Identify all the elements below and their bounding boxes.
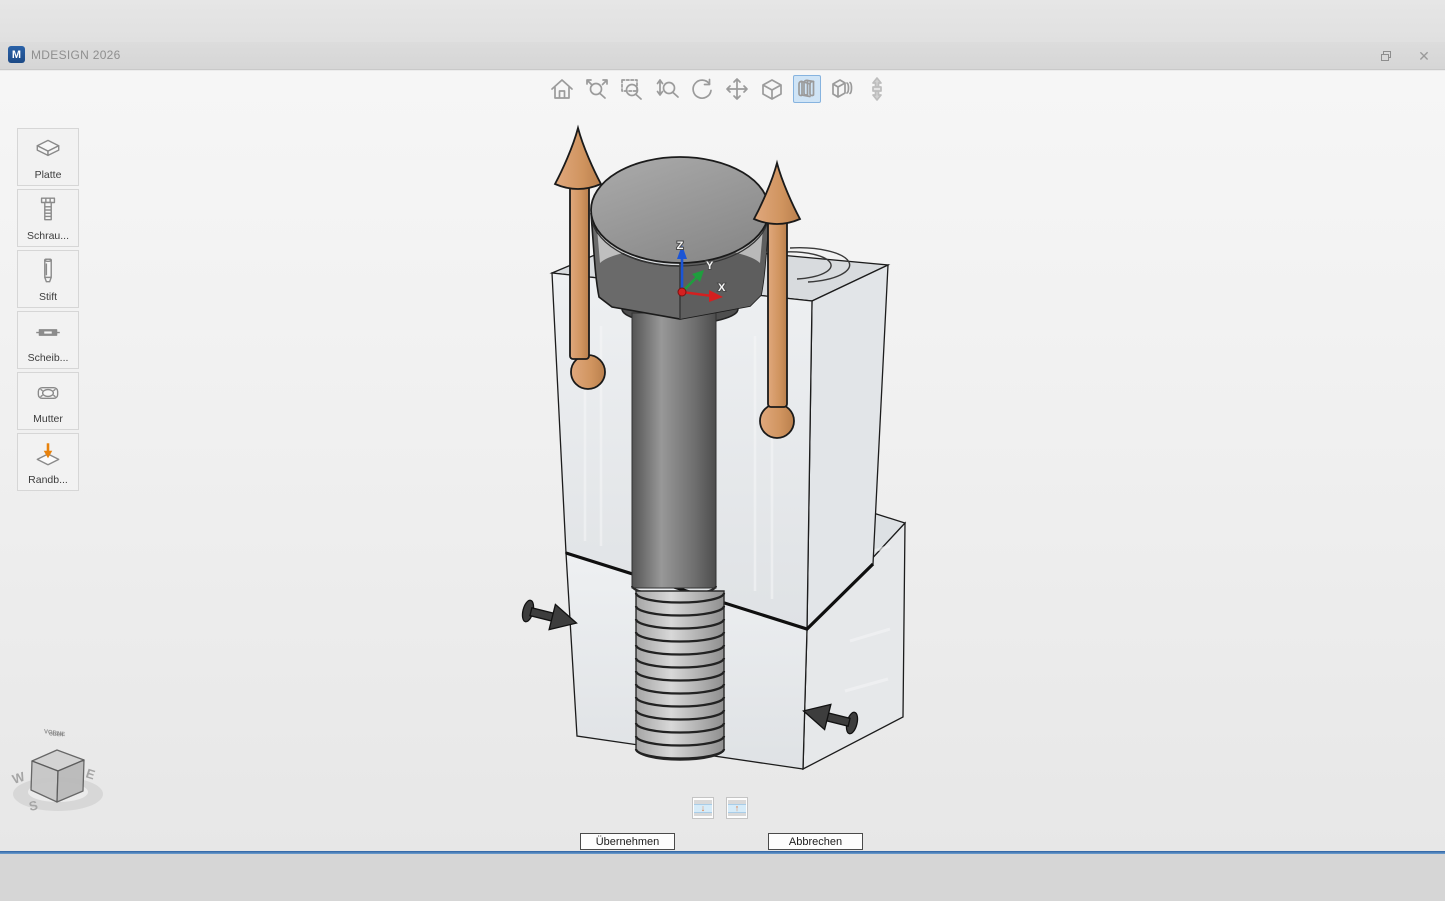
isometric-view-icon: [759, 76, 785, 102]
zoom-dynamic-icon: [654, 76, 680, 102]
navigation-cube[interactable]: W S E VORNE OBEN: [10, 729, 103, 814]
sidebar-item-label: Stift: [39, 291, 57, 303]
rotate-view-button[interactable]: [688, 75, 716, 103]
home-button[interactable]: [548, 75, 576, 103]
cancel-button[interactable]: Abbrechen: [768, 833, 863, 850]
sidebar-item-stift[interactable]: Stift: [17, 250, 79, 308]
sidebar-item-label: Randb...: [28, 474, 68, 486]
exploded-view-icon: [829, 76, 855, 102]
move-vertical-icon: [864, 76, 890, 102]
screw-icon: [33, 196, 63, 224]
force-arrow-left-ball: [571, 355, 605, 389]
window-top-strip: [0, 0, 1445, 42]
footer-strip: [0, 854, 1445, 901]
restore-window-button[interactable]: [1375, 45, 1397, 67]
plate-bar: [728, 813, 746, 817]
insert-load-up-button[interactable]: ↑: [726, 797, 748, 819]
titlebar[interactable]: M MDESIGN 2026 ✕: [0, 42, 1445, 70]
sidebar-item-label: Schrau...: [27, 230, 69, 242]
app-logo: M: [8, 46, 25, 63]
zoom-window-button[interactable]: [618, 75, 646, 103]
zoom-dynamic-button[interactable]: [653, 75, 681, 103]
window-title: MDESIGN 2026: [31, 48, 121, 62]
force-arrow-left-shaft: [570, 181, 589, 359]
zoom-fit-icon: [584, 76, 610, 102]
sidebar-item-schraube[interactable]: Schrau...: [17, 189, 79, 247]
sidebar-item-label: Mutter: [33, 413, 63, 425]
view-toolbar: [548, 75, 891, 103]
pan-view-icon: [724, 76, 750, 102]
pin-icon: [33, 257, 63, 285]
sidebar-item-label: Platte: [35, 169, 62, 181]
apply-button[interactable]: Übernehmen: [580, 833, 675, 850]
zoom-window-icon: [619, 76, 645, 102]
arrow-down-icon: ↓: [701, 804, 706, 812]
plate-bar: [694, 813, 712, 817]
force-arrow-right-shaft: [768, 217, 787, 407]
navcube-top-label: OBEN: [49, 731, 64, 738]
sidebar-item-mutter[interactable]: Mutter: [17, 372, 79, 430]
restore-window-icon: [1381, 51, 1391, 61]
triad-origin: [678, 288, 686, 296]
insert-direction-toolbar: ↓ ↑: [692, 797, 748, 819]
boundary-condition-icon: [33, 440, 63, 468]
y-axis-label: Y: [706, 260, 714, 272]
nut-icon: [33, 380, 63, 406]
arrow-up-icon: ↑: [735, 804, 740, 812]
rotate-view-icon: [689, 76, 715, 102]
section-view-icon: [794, 76, 820, 102]
exploded-view-button[interactable]: [828, 75, 856, 103]
z-axis-label: Z: [677, 240, 684, 252]
sidebar-item-scheibe[interactable]: Scheib...: [17, 311, 79, 369]
force-arrow-left-head: [555, 128, 601, 189]
viewport-canvas[interactable]: Z Y X W S E VORNE OBEN: [0, 71, 1445, 853]
sidebar-item-label: Scheib...: [28, 352, 69, 364]
sidebar-item-randbedingung[interactable]: Randb...: [17, 433, 79, 491]
x-axis-label: X: [718, 282, 726, 294]
washer-icon: [33, 319, 63, 345]
compass-east: E: [84, 766, 97, 783]
section-view-button[interactable]: [793, 75, 821, 103]
force-arrow-right-ball: [760, 404, 794, 438]
plate-icon: [33, 136, 63, 162]
3d-viewport[interactable]: Z Y X W S E VORNE OBEN: [0, 71, 1445, 853]
insert-load-down-button[interactable]: ↓: [692, 797, 714, 819]
bolt-shank: [632, 313, 716, 588]
zoom-fit-button[interactable]: [583, 75, 611, 103]
move-vertical-button[interactable]: [863, 75, 891, 103]
component-sidebar: Platte Schrau... Stift: [17, 128, 79, 491]
sidebar-item-platte[interactable]: Platte: [17, 128, 79, 186]
close-icon: ✕: [1418, 48, 1430, 65]
close-window-button[interactable]: ✕: [1413, 45, 1435, 67]
pan-view-button[interactable]: [723, 75, 751, 103]
isometric-view-button[interactable]: [758, 75, 786, 103]
home-icon: [549, 76, 575, 102]
